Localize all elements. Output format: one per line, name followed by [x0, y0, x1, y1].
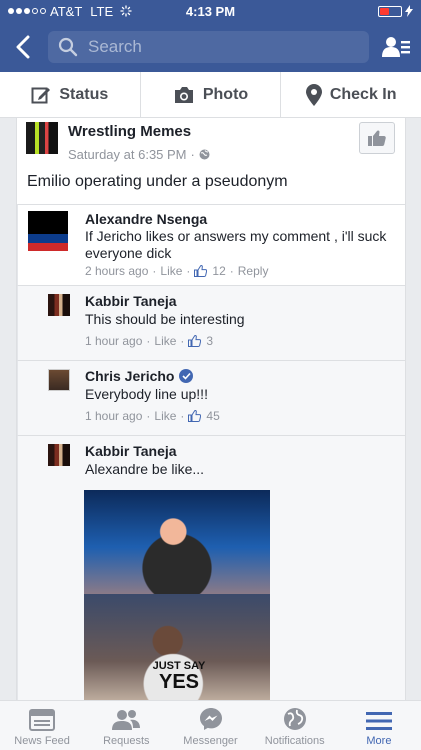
avatar[interactable]: [48, 294, 70, 316]
status-label: Status: [59, 85, 109, 103]
avatar[interactable]: [28, 211, 68, 251]
comment-text: Everybody line up!!!: [85, 386, 208, 402]
signal-strength-icon: [8, 8, 46, 14]
tab-requests[interactable]: Requests: [84, 701, 168, 750]
news-feed-icon: [29, 709, 56, 731]
friend-requests-icon: [112, 710, 141, 730]
shirt-text: JUST SAY YES: [152, 660, 206, 693]
avatar[interactable]: [48, 369, 70, 391]
tab-label: Requests: [103, 735, 150, 747]
tab-messenger[interactable]: Messenger: [168, 701, 252, 750]
comment-author[interactable]: Kabbir Taneja: [85, 293, 177, 309]
like-page-button[interactable]: [359, 122, 395, 154]
chevron-left-icon: [16, 35, 30, 59]
network-label: LTE: [90, 3, 114, 19]
post-card: Wrestling Memes Saturday at 6:35 PM · Em…: [16, 118, 406, 700]
comment-author[interactable]: Chris Jericho: [85, 368, 194, 384]
top-header: AT&T LTE 4:13 PM Search: [0, 0, 421, 72]
photo-label: Photo: [202, 85, 249, 103]
tab-label: Notifications: [264, 735, 325, 747]
post-header: Wrestling Memes Saturday at 6:35 PM ·: [17, 118, 405, 168]
tab-label: News Feed: [14, 735, 70, 747]
tab-notifications[interactable]: Notifications: [253, 701, 337, 750]
comment: Alexandre Nsenga If Jericho likes or ans…: [17, 204, 405, 285]
page-avatar[interactable]: [26, 122, 58, 154]
like-count-icon: [188, 335, 202, 347]
photo-button[interactable]: Photo: [141, 72, 282, 117]
comment-image[interactable]: JUST SAY YES: [84, 490, 270, 700]
status-right: [378, 5, 413, 17]
meta-separator: ·: [190, 147, 195, 162]
tab-more[interactable]: More: [337, 701, 421, 750]
like-count: 45: [206, 409, 220, 423]
like-count: 3: [206, 334, 214, 348]
like-count-icon: [194, 265, 208, 277]
verified-badge-icon: [179, 369, 194, 383]
comment-time[interactable]: 2 hours ago: [85, 264, 148, 278]
friends-list-button[interactable]: [381, 32, 411, 62]
comment-meta: 2 hours ago · Like · 12 · Reply: [85, 264, 269, 278]
comment-meta: 1 hour ago · Like · 3: [85, 334, 214, 348]
post-text: Emilio operating under a pseudonym: [27, 173, 288, 190]
post-meta: Saturday at 6:35 PM ·: [68, 147, 210, 162]
comment-time[interactable]: 1 hour ago: [85, 409, 142, 423]
meme-image-bottom: JUST SAY YES: [84, 594, 270, 700]
comment-reply: Kabbir Taneja Alexandre be like... JUST …: [17, 435, 405, 700]
globe-icon: [199, 149, 210, 160]
meme-image-top: [84, 490, 270, 594]
tab-label: Messenger: [183, 735, 238, 747]
search-placeholder: Search: [88, 37, 142, 56]
comment-time[interactable]: 1 hour ago: [85, 334, 142, 348]
check-in-button[interactable]: Check In: [281, 72, 421, 117]
status-left: AT&T LTE: [8, 4, 132, 19]
globe-notifications-icon: [283, 708, 306, 730]
friends-list-icon: [382, 37, 410, 57]
search-icon: [58, 37, 78, 57]
avatar[interactable]: [48, 444, 70, 466]
like-link[interactable]: Like: [154, 334, 176, 348]
comment-text: Alexandre be like...: [85, 461, 205, 477]
menu-icon: [365, 712, 392, 730]
like-link[interactable]: Like: [160, 264, 182, 278]
tab-news-feed[interactable]: News Feed: [0, 701, 84, 750]
comment-author[interactable]: Kabbir Taneja: [85, 443, 177, 459]
check-in-label: Check In: [329, 85, 397, 103]
nav-bar: Search: [0, 22, 421, 72]
post-time[interactable]: Saturday at 6:35 PM: [68, 147, 187, 162]
status-bar: AT&T LTE 4:13 PM: [0, 0, 421, 22]
comment-author-name: Chris Jericho: [85, 368, 175, 384]
comment-reply: Kabbir Taneja This should be interesting…: [17, 285, 405, 360]
location-pin-icon: [305, 83, 322, 106]
comment-text: This should be interesting: [85, 311, 245, 327]
comments-list: Alexandre Nsenga If Jericho likes or ans…: [17, 204, 405, 700]
pencil-icon: [31, 87, 51, 103]
charging-bolt-icon: [405, 5, 413, 17]
reply-link[interactable]: Reply: [238, 264, 269, 278]
battery-icon: [378, 5, 402, 17]
loading-spinner-icon: [120, 5, 132, 17]
like-count: 12: [212, 264, 226, 278]
messenger-icon: [199, 708, 222, 730]
comment-text: If Jericho likes or answers my comment ,…: [85, 228, 387, 261]
status-button[interactable]: Status: [0, 72, 141, 117]
tab-label: More: [366, 735, 392, 747]
camera-icon: [174, 86, 193, 103]
page-name-link[interactable]: Wrestling Memes: [68, 123, 191, 140]
search-input[interactable]: Search: [48, 31, 369, 63]
like-link[interactable]: Like: [154, 409, 176, 423]
comment-author[interactable]: Alexandre Nsenga: [85, 211, 207, 227]
comment-reply: Chris Jericho Everybody line up!!! 1 hou…: [17, 360, 405, 435]
comment-meta: 1 hour ago · Like · 45: [85, 409, 220, 423]
thumbs-up-icon: [368, 130, 386, 146]
bottom-tab-bar: News Feed Requests Messenger Notificatio…: [0, 700, 421, 750]
back-button[interactable]: [10, 32, 36, 62]
composer-bar: Status Photo Check In: [0, 72, 421, 118]
carrier-label: AT&T: [50, 3, 83, 19]
like-count-icon: [188, 410, 202, 422]
